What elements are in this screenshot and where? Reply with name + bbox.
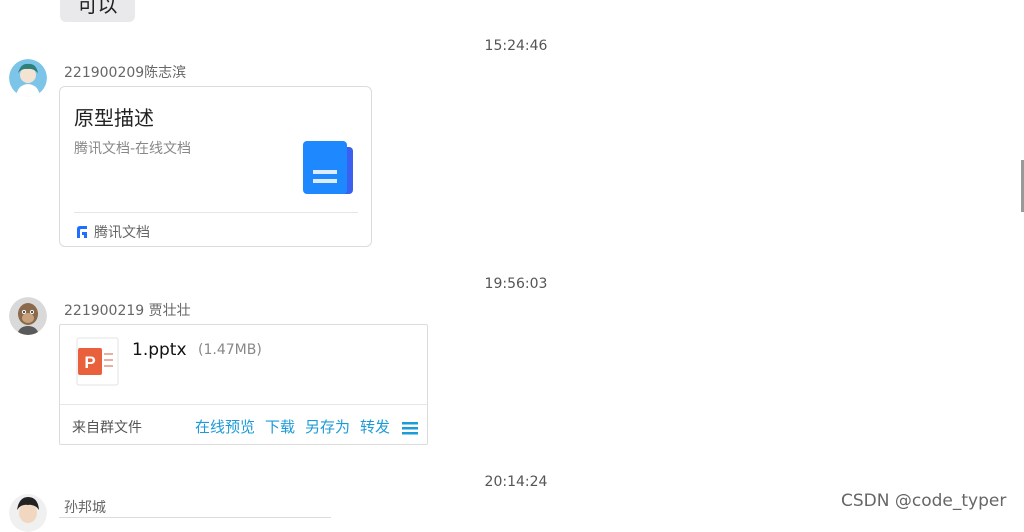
timestamp: 19:56:03 bbox=[484, 276, 548, 292]
doc-source-label: 腾讯文档 bbox=[94, 225, 150, 241]
svg-text:P: P bbox=[84, 353, 95, 372]
file-size: (1.47MB) bbox=[198, 342, 262, 358]
preview-online-link[interactable]: 在线预览 bbox=[195, 416, 255, 437]
sender-name: 孙邦城 bbox=[64, 500, 106, 516]
forward-link[interactable]: 转发 bbox=[360, 416, 390, 437]
avatar[interactable] bbox=[9, 59, 47, 97]
doc-subtitle: 腾讯文档-在线文档 bbox=[74, 141, 192, 157]
card-divider bbox=[74, 212, 358, 213]
tencent-docs-logo-icon bbox=[75, 224, 89, 238]
download-link[interactable]: 下载 bbox=[265, 416, 295, 437]
sender-name: 221900219 贾壮壮 bbox=[64, 303, 191, 319]
tencent-doc-card[interactable]: 原型描述 腾讯文档-在线文档 腾讯文档 bbox=[59, 86, 372, 247]
avatar[interactable] bbox=[9, 297, 47, 335]
powerpoint-file-icon: P bbox=[76, 337, 120, 387]
message-text: 可以 bbox=[77, 0, 118, 17]
sender-name: 221900209陈志滨 bbox=[64, 65, 187, 81]
tencent-docs-file-icon bbox=[301, 140, 355, 196]
file-name: 1.pptx bbox=[132, 340, 187, 360]
timestamp: 20:14:24 bbox=[484, 474, 548, 490]
card-top-edge bbox=[59, 517, 331, 518]
doc-title: 原型描述 bbox=[74, 106, 154, 130]
message-bubble-previous[interactable]: 可以 bbox=[60, 0, 135, 22]
from-group-label: 来自群文件 bbox=[72, 420, 142, 436]
file-card[interactable]: P 1.pptx (1.47MB) 来自群文件 在线预览 下载 另存为 转发 bbox=[59, 324, 428, 445]
avatar[interactable] bbox=[9, 494, 47, 532]
menu-icon[interactable] bbox=[402, 420, 418, 435]
card-divider bbox=[60, 404, 427, 405]
watermark: CSDN @code_typer bbox=[841, 491, 1007, 511]
timestamp: 15:24:46 bbox=[484, 38, 548, 54]
save-as-link[interactable]: 另存为 bbox=[305, 416, 350, 437]
